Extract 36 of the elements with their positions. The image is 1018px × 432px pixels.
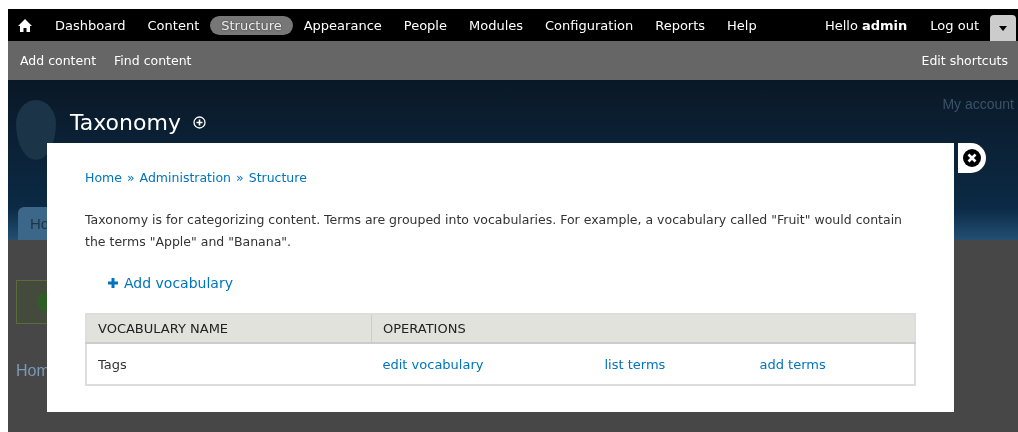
column-header: OPERATIONS (371, 314, 915, 343)
column-header: VOCABULARY NAME (86, 314, 372, 343)
toolbar-menu-item[interactable]: Configuration (534, 15, 645, 35)
toolbar-menu-item[interactable]: Dashboard (44, 15, 137, 35)
vocabulary-name: Tags (86, 343, 372, 385)
drawer-toggle[interactable] (990, 15, 1016, 41)
shortcut-link[interactable]: Find content (114, 53, 192, 68)
home-icon[interactable] (18, 18, 32, 32)
toolbar-menu-item[interactable]: Reports (644, 15, 717, 35)
breadcrumb-link[interactable]: Home (85, 170, 122, 185)
logout-link[interactable]: Log out (919, 15, 990, 35)
toolbar-menu-item[interactable]: Modules (458, 15, 535, 35)
add-vocabulary-link[interactable]: Add vocabulary (108, 275, 233, 291)
breadcrumb-separator: » (126, 170, 135, 185)
shortcut-link[interactable]: Add content (20, 53, 97, 68)
add-shortcut-icon[interactable] (192, 116, 206, 129)
plus-icon (108, 278, 118, 288)
page-title: Taxonomy (70, 110, 181, 135)
breadcrumb-link[interactable]: Structure (248, 170, 307, 185)
operation-link[interactable]: list terms (604, 356, 666, 372)
edit-shortcuts-link[interactable]: Edit shortcuts (921, 53, 1008, 68)
description-text: Taxonomy is for categorizing content. Terms are grouped into vocabularies. For example, a vocabulary called "Fruit" would contain the terms "Apple" and "Banana". (85, 211, 904, 251)
operation-link[interactable]: edit vocabulary (382, 356, 484, 372)
close-button[interactable] (958, 143, 986, 173)
operation-link[interactable]: add terms (759, 356, 826, 372)
logo-drawing (16, 100, 56, 160)
breadcrumb-separator: » (236, 170, 244, 185)
breadcrumb-link[interactable]: Administration (139, 170, 232, 185)
caret-icon (999, 25, 1007, 31)
close-icon (963, 149, 981, 167)
toolbar-menu-item[interactable]: Help (716, 15, 768, 35)
toolbar-menu-item[interactable]: People (392, 15, 458, 35)
toolbar-menu-item[interactable]: Appearance (292, 15, 393, 35)
user-greeting: Hello admin (824, 17, 908, 33)
toolbar-menu-item[interactable]: Content (136, 15, 211, 35)
toolbar-menu-item[interactable]: Structure (210, 15, 293, 35)
